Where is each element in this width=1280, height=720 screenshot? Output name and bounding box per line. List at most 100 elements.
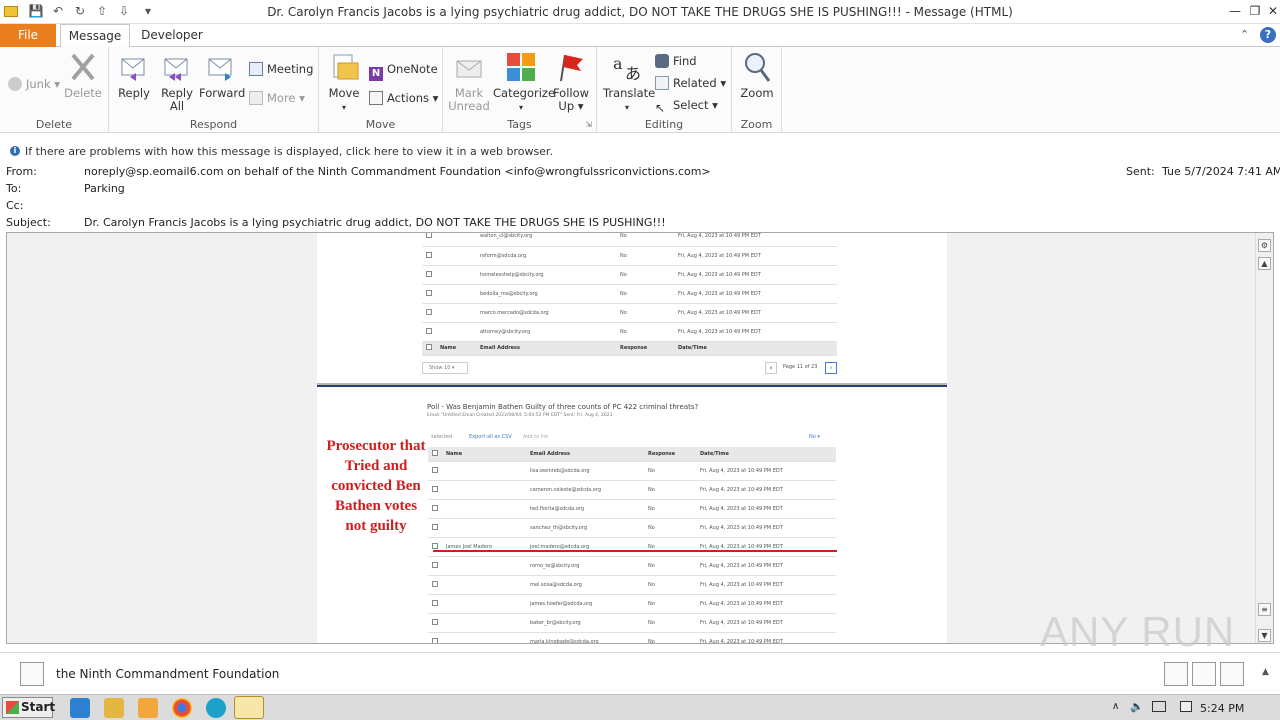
reply-button[interactable]: Reply bbox=[117, 51, 151, 100]
select-all-checkbox[interactable] bbox=[426, 344, 432, 350]
help-icon[interactable]: ? bbox=[1260, 27, 1276, 43]
media-player-icon[interactable] bbox=[138, 698, 158, 718]
junk-button[interactable]: Junk ▾ bbox=[8, 75, 60, 93]
row-checkbox[interactable] bbox=[426, 308, 432, 315]
table-row[interactable]: sanchez_th@sbcity.org No Fri, Aug 4, 2023 … bbox=[428, 518, 836, 538]
related-label: Related bbox=[673, 76, 717, 90]
zoom-button[interactable]: Zoom bbox=[738, 51, 776, 100]
next-item-icon[interactable]: ⇩ bbox=[116, 3, 132, 19]
cell-response: No bbox=[644, 461, 696, 481]
delete-button[interactable]: Delete bbox=[64, 51, 102, 100]
tab-message[interactable]: Message bbox=[60, 24, 130, 48]
undo-icon[interactable]: ↶ bbox=[50, 3, 66, 19]
table-row[interactable]: marco.mercado@sdcda.org No Fri, Aug 4, 202… bbox=[422, 303, 837, 323]
edge-icon[interactable] bbox=[206, 698, 226, 718]
annotation-text: Prosecutor that Tried and convicted Ben … bbox=[317, 436, 435, 536]
scroll-up-button[interactable]: ▲ bbox=[1258, 257, 1271, 270]
row-checkbox[interactable] bbox=[426, 327, 432, 334]
row-checkbox[interactable] bbox=[426, 270, 432, 277]
contact-name[interactable]: the Ninth Commandment Foundation bbox=[56, 667, 279, 681]
close-button[interactable]: ✕ bbox=[1262, 2, 1280, 20]
options-icon[interactable]: ⚙ bbox=[1258, 239, 1271, 252]
contact-avatar[interactable] bbox=[20, 662, 44, 686]
reply-all-button[interactable]: Reply All bbox=[159, 51, 195, 113]
action-center-icon[interactable] bbox=[1180, 701, 1192, 712]
follow-up-button[interactable]: Follow Up ▾ bbox=[551, 51, 591, 113]
save-icon[interactable]: 💾 bbox=[28, 3, 44, 19]
people-avatar-1[interactable] bbox=[1164, 662, 1188, 686]
table-row[interactable]: lisa.weinreb@sdcda.org No Fri, Aug 4, 2023… bbox=[428, 461, 836, 481]
move-button[interactable]: Move ▾ bbox=[327, 51, 361, 114]
clock[interactable]: 5:24 PM bbox=[1200, 702, 1244, 715]
people-avatar-3[interactable] bbox=[1220, 662, 1244, 686]
table-row[interactable]: baker_br@sbcity.org No Fri, Aug 4, 2023 at… bbox=[428, 613, 836, 633]
row-checkbox[interactable] bbox=[432, 637, 438, 643]
info-bar-text[interactable]: If there are problems with how this mess… bbox=[25, 145, 553, 158]
table-row[interactable]: bedolla_ma@sbcity.org No Fri, Aug 4, 2023 … bbox=[422, 284, 837, 304]
translate-button[interactable]: aあ Translate ▾ bbox=[603, 51, 655, 114]
vertical-scrollbar[interactable]: ⚙ ▲ ≡ ▼ bbox=[1255, 233, 1273, 643]
outlook-taskbar-button[interactable] bbox=[234, 696, 264, 719]
forward-button[interactable]: Forward bbox=[199, 51, 245, 100]
mark-unread-button[interactable]: Mark Unread bbox=[447, 51, 491, 113]
table-row[interactable]: attorney@sbcity.org No Fri, Aug 4, 2023 at… bbox=[422, 322, 837, 342]
to-value[interactable]: Parking bbox=[84, 182, 125, 195]
redo-icon[interactable]: ↻ bbox=[72, 3, 88, 19]
actions-button[interactable]: Actions ▾ bbox=[369, 89, 438, 107]
table-row[interactable]: reform@sdcda.org No Fri, Aug 4, 2023 at 10… bbox=[422, 246, 837, 266]
explorer-icon[interactable] bbox=[104, 698, 124, 718]
cell-email: walton_cl@sbcity.org bbox=[476, 233, 616, 247]
previous-item-icon[interactable]: ⇧ bbox=[94, 3, 110, 19]
related-button[interactable]: Related ▾ bbox=[655, 74, 726, 92]
row-checkbox[interactable] bbox=[426, 233, 432, 239]
table-row[interactable]: james.hoefer@sdcda.org No Fri, Aug 4, 2023… bbox=[428, 594, 836, 614]
row-checkbox[interactable] bbox=[432, 542, 438, 549]
collapse-ribbon-icon[interactable]: ⌃ bbox=[1240, 28, 1249, 41]
meeting-button[interactable]: Meeting bbox=[249, 60, 313, 78]
table-row[interactable]: cameron.celeste@sdcda.org No Fri, Aug 4, 2… bbox=[428, 480, 836, 500]
filter-dropdown[interactable]: No ▾ bbox=[809, 434, 820, 440]
select-button[interactable]: ↖ Select ▾ bbox=[655, 96, 718, 115]
expand-people-pane-icon[interactable]: ▲ bbox=[1262, 667, 1269, 677]
categorize-button[interactable]: Categorize ▾ bbox=[493, 51, 555, 114]
add-to-list-link[interactable]: Add to list bbox=[523, 434, 548, 440]
onenote-button[interactable]: N OneNote bbox=[369, 60, 438, 81]
start-button[interactable]: Start bbox=[2, 697, 55, 718]
scroll-down-button[interactable]: ▼ bbox=[1258, 629, 1271, 642]
tab-file[interactable]: File bbox=[0, 24, 56, 47]
volume-icon[interactable]: 🔈 bbox=[1130, 700, 1144, 713]
tags-group-label: Tags bbox=[507, 118, 532, 131]
prev-page-button[interactable]: ‹ bbox=[765, 362, 777, 374]
table-row[interactable]: ted.florita@sdcda.org No Fri, Aug 4, 2023 … bbox=[428, 499, 836, 519]
next-page-button[interactable]: › bbox=[825, 362, 837, 374]
row-checkbox[interactable] bbox=[432, 599, 438, 606]
table-row[interactable]: marla.kingbade@sdcda.org No Fri, Aug 4, 20… bbox=[428, 632, 836, 643]
minimize-button[interactable]: — bbox=[1224, 2, 1246, 20]
row-checkbox[interactable] bbox=[432, 580, 438, 587]
message-body[interactable]: walton_cl@sbcity.org No Fri, Aug 4, 2023 a… bbox=[6, 232, 1274, 644]
more-respond-button[interactable]: More ▾ bbox=[249, 89, 305, 107]
row-checkbox[interactable] bbox=[432, 561, 438, 568]
people-avatar-2[interactable] bbox=[1192, 662, 1216, 686]
row-checkbox[interactable] bbox=[432, 618, 438, 625]
customize-qat-icon[interactable]: ▾ bbox=[140, 3, 156, 19]
table-row[interactable]: James Joel Madero joel.madero@sdcda.org No… bbox=[428, 537, 836, 557]
row-checkbox[interactable] bbox=[426, 289, 432, 296]
network-icon[interactable] bbox=[1152, 701, 1166, 712]
annotation-line: convicted Ben bbox=[331, 478, 421, 494]
table-row[interactable]: walton_cl@sbcity.org No Fri, Aug 4, 2023 a… bbox=[422, 233, 837, 247]
find-button[interactable]: Find bbox=[655, 52, 697, 70]
table-row[interactable]: homelesshelp@sbcity.org No Fri, Aug 4, 202… bbox=[422, 265, 837, 285]
show-select[interactable]: Show 10 ▾ bbox=[422, 362, 468, 374]
tray-up-arrow-icon[interactable]: ∧ bbox=[1112, 701, 1119, 712]
ie-icon[interactable] bbox=[70, 698, 90, 718]
export-csv-link[interactable]: Export all as CSV bbox=[469, 434, 512, 440]
info-bar[interactable]: i If there are problems with how this me… bbox=[0, 143, 1280, 161]
row-checkbox[interactable] bbox=[426, 251, 432, 258]
table-row[interactable]: romo_te@sbcity.org No Fri, Aug 4, 2023 at … bbox=[428, 556, 836, 576]
cell-select bbox=[428, 632, 442, 643]
scroll-grip-icon[interactable]: ≡ bbox=[1258, 603, 1271, 616]
chrome-icon[interactable] bbox=[172, 698, 192, 718]
tab-developer[interactable]: Developer bbox=[136, 24, 208, 47]
table-row[interactable]: mel.sosa@sdcda.org No Fri, Aug 4, 2023 at … bbox=[428, 575, 836, 595]
